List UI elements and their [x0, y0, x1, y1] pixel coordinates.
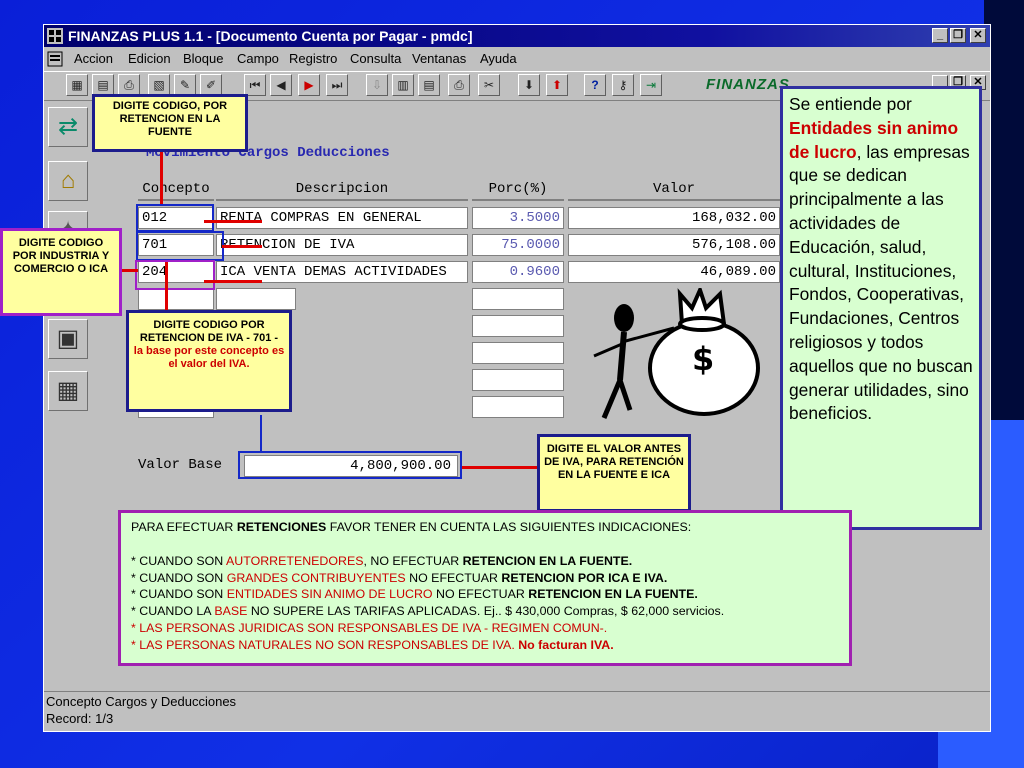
doc-icon[interactable] — [47, 51, 63, 67]
valor-input-2[interactable]: 576,108.00 — [568, 234, 780, 256]
menu-edicion[interactable]: Edicion — [128, 48, 171, 70]
menu-ayuda[interactable]: Ayuda — [480, 48, 517, 70]
col-valor: Valor — [568, 179, 780, 201]
window-title: FINANZAS PLUS 1.1 - [Documento Cuenta po… — [68, 28, 473, 44]
menu-campo[interactable]: Campo — [237, 48, 279, 70]
callout-iva-note: la base por este concepto es el valor de… — [133, 345, 285, 370]
edit-icon[interactable]: ▤ — [92, 74, 114, 96]
instruction-line: * LAS PERSONAS NATURALES NO SON RESPONSA… — [131, 637, 614, 652]
callout-iva-title: DIGITE CODIGO POR RETENCION DE IVA - 701… — [139, 319, 279, 344]
porc-input-empty[interactable] — [472, 288, 564, 310]
app-icon — [47, 28, 63, 44]
highlight-valor-base — [238, 451, 462, 479]
last-icon[interactable]: ⏭ — [326, 74, 348, 96]
instructions-panel: PARA EFECTUAR RETENCIONES FAVOR TENER EN… — [118, 510, 852, 666]
porc-input-2[interactable]: 75.0000 — [472, 234, 564, 256]
menu-bar: Accion Edicion Bloque Campo Registro Con… — [44, 48, 990, 90]
definition-intro: Se entiende por — [789, 94, 912, 114]
arrow-line-row3 — [204, 280, 262, 283]
porc-input-3[interactable]: 0.9600 — [472, 261, 564, 283]
download-icon[interactable]: ⬇ — [518, 74, 540, 96]
list-icon[interactable]: ▤ — [418, 74, 440, 96]
porc-input-empty[interactable] — [472, 315, 564, 337]
insert-icon[interactable]: ⇩ — [366, 74, 388, 96]
spreadsheet-icon[interactable]: ▦ — [48, 371, 88, 411]
help-icon[interactable]: ? — [584, 74, 606, 96]
highlight-concepto-701 — [136, 231, 224, 261]
minimize-button[interactable]: _ — [932, 28, 948, 43]
query-icon[interactable]: ▥ — [392, 74, 414, 96]
instruction-line: * CUANDO SON AUTORRETENEDORES, NO EFECTU… — [131, 553, 633, 568]
cabinet-icon[interactable]: ▣ — [48, 319, 88, 359]
instructions-intro: PARA EFECTUAR RETENCIONES FAVOR TENER EN… — [131, 520, 692, 534]
title-bar: FINANZAS PLUS 1.1 - [Documento Cuenta po… — [44, 25, 990, 47]
porc-input-1[interactable]: 3.5000 — [472, 207, 564, 229]
upload-icon[interactable]: ⬆ — [546, 74, 568, 96]
key-icon[interactable]: ⚷ — [612, 74, 634, 96]
callout-valor-base: DIGITE EL VALOR ANTES DE IVA, PARA RETEN… — [537, 434, 691, 512]
callout-retencion-fuente: DIGITE CODIGO, POR RETENCION EN LA FUENT… — [92, 94, 248, 152]
prev-icon[interactable]: ◀ — [270, 74, 292, 96]
porc-input-empty[interactable] — [472, 396, 564, 418]
porc-input-empty[interactable] — [472, 342, 564, 364]
definition-body: , las empresas que se dedican principalm… — [789, 141, 973, 424]
callout-valor-base-text: DIGITE EL VALOR ANTES DE IVA, PARA RETEN… — [544, 443, 684, 481]
col-porc: Porc(%) — [472, 179, 564, 201]
finanzas-logo: FINANZAS — [706, 76, 790, 93]
menu-accion[interactable]: Accion — [74, 48, 113, 70]
money-bag-illustration: $ — [593, 288, 760, 419]
arrow-line-fuente — [160, 150, 163, 204]
next-icon[interactable]: ▶ — [298, 74, 320, 96]
callout-ica: DIGITE CODIGO POR INDUSTRIA Y COMERCIO O… — [0, 228, 122, 316]
transfer-icon[interactable]: ⇄ — [48, 107, 88, 147]
descripcion-input-1[interactable]: RENTA COMPRAS EN GENERAL — [216, 207, 468, 229]
valor-input-1[interactable]: 168,032.00 — [568, 207, 780, 229]
valor-base-label: Valor Base — [138, 457, 223, 473]
copy-icon[interactable]: ▧ — [148, 74, 170, 96]
save-icon[interactable]: ▦ — [66, 74, 88, 96]
callout-retencion-fuente-text: DIGITE CODIGO, POR RETENCION EN LA FUENT… — [112, 100, 228, 138]
highlight-concepto-204 — [135, 260, 215, 290]
printer-icon[interactable]: ⎙ — [448, 74, 470, 96]
folder-home-icon[interactable]: ⌂ — [48, 161, 88, 201]
concepto-input-empty[interactable] — [138, 288, 214, 310]
arrow-line-ica — [120, 269, 138, 272]
col-descripcion: Descripcion — [216, 179, 468, 201]
callout-iva: DIGITE CODIGO POR RETENCION DE IVA - 701… — [126, 310, 292, 412]
menu-consulta[interactable]: Consulta — [350, 48, 401, 70]
descripcion-input-empty[interactable] — [216, 288, 296, 310]
menu-registro[interactable]: Registro — [289, 48, 337, 70]
dollar-sign: $ — [692, 340, 714, 378]
entities-definition-panel: Se entiende por Entidades sin animo de l… — [780, 86, 982, 530]
arrow-line-iva — [165, 262, 168, 312]
maximize-button[interactable]: ❐ — [950, 28, 966, 43]
clear-icon[interactable]: ✎ — [174, 74, 196, 96]
arrow-line-blue — [260, 415, 262, 451]
col-concepto: Concepto — [138, 179, 214, 201]
print-icon[interactable]: ⎙ — [118, 74, 140, 96]
close-button[interactable]: ✕ — [970, 28, 986, 43]
instruction-line: * CUANDO LA BASE NO SUPERE LAS TARIFAS A… — [131, 604, 725, 619]
porc-input-empty[interactable] — [472, 369, 564, 391]
first-icon[interactable]: ⏮ — [244, 74, 266, 96]
status-concept: Concepto Cargos y Deducciones — [46, 694, 237, 709]
menu-bloque[interactable]: Bloque — [183, 48, 223, 70]
instruction-line: * LAS PERSONAS JURIDICAS SON RESPONSABLE… — [131, 620, 608, 635]
arrow-line-base — [462, 466, 538, 469]
tools-icon[interactable]: ✂ — [478, 74, 500, 96]
menu-ventanas[interactable]: Ventanas — [412, 48, 466, 70]
erase-icon[interactable]: ✐ — [200, 74, 222, 96]
status-record: Record: 1/3 — [46, 711, 114, 726]
exit-icon[interactable]: ⇥ — [640, 74, 662, 96]
callout-ica-text: DIGITE CODIGO POR INDUSTRIA Y COMERCIO O… — [12, 237, 110, 275]
instruction-line: * CUANDO SON GRANDES CONTRIBUYENTES NO E… — [131, 570, 668, 585]
arrow-line-row1 — [204, 220, 262, 223]
valor-input-3[interactable]: 46,089.00 — [568, 261, 780, 283]
arrow-line-row2 — [222, 245, 262, 248]
status-bar: Concepto Cargos y Deducciones Record: 1/… — [44, 691, 990, 732]
instruction-line: * CUANDO SON ENTIDADES SIN ANIMO DE LUCR… — [131, 587, 698, 602]
highlight-concepto-012 — [136, 204, 214, 232]
